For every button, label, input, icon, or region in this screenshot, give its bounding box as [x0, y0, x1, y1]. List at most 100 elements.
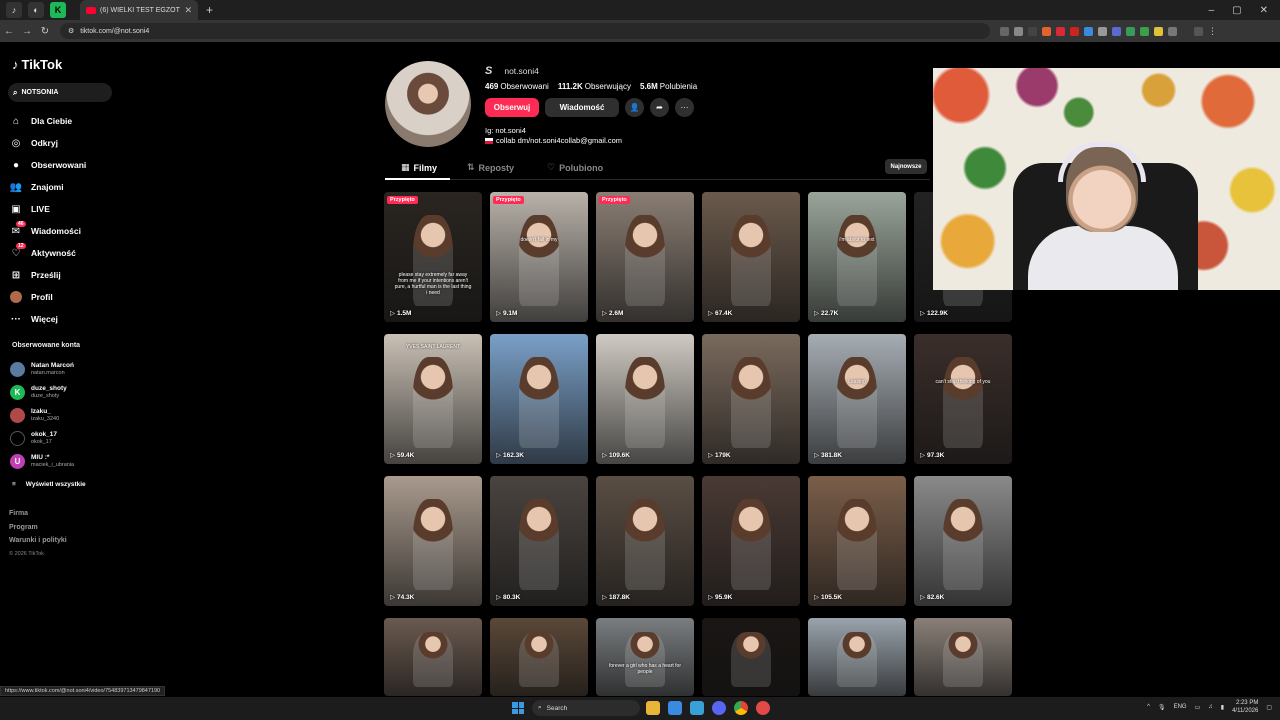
video-thumbnail[interactable]: Przypięto ▷ 2.6M: [596, 192, 694, 322]
network-icon[interactable]: ▭: [1195, 704, 1201, 711]
share-icon[interactable]: ➦: [650, 98, 669, 117]
video-thumbnail[interactable]: ▷ 95.9K: [702, 476, 800, 606]
message-button[interactable]: Wiadomość: [545, 98, 619, 117]
video-thumbnail[interactable]: ▷ 162.3K: [490, 334, 588, 464]
video-thumbnail[interactable]: i'm about to text ▷ 22.7K: [808, 192, 906, 322]
search-input[interactable]: ⌕ NOTSONIA: [8, 83, 112, 102]
video-thumbnail[interactable]: Leaving ▷ 381.8K: [808, 334, 906, 464]
new-tab-icon[interactable]: +: [206, 3, 213, 17]
clock[interactable]: 2:23 PM 4/11/2026: [1232, 699, 1258, 715]
stat-followers[interactable]: 111.2K Obserwujący: [558, 82, 631, 91]
followed-account[interactable]: U MIU :* maciek_i_ubrania: [10, 450, 86, 473]
sidebar-item-8[interactable]: Profil: [10, 286, 86, 308]
active-tab[interactable]: (6) WIELKI TEST EGZOTYCZNYC ✕: [80, 0, 198, 20]
footer-link-program[interactable]: Program: [9, 524, 67, 538]
language-indicator[interactable]: ENG: [1174, 704, 1187, 710]
extension-icon[interactable]: [1098, 26, 1107, 36]
followed-account[interactable]: Natan Marcoń natan.marcon: [10, 358, 86, 381]
forward-icon[interactable]: →: [18, 26, 36, 37]
video-thumbnail[interactable]: [914, 618, 1012, 696]
followed-account[interactable]: Izaku_ izaku_3240: [10, 404, 86, 427]
back-icon[interactable]: ←: [0, 26, 18, 37]
tab-videos[interactable]: ▦ Filmy: [401, 162, 437, 173]
extension-icon[interactable]: [1056, 26, 1065, 36]
close-window-icon[interactable]: ✕: [1260, 5, 1268, 16]
footer-link-company[interactable]: Firma: [9, 510, 67, 524]
site-info-icon[interactable]: ⚙: [68, 27, 74, 35]
extension-icon[interactable]: [1126, 26, 1135, 36]
tiktok-logo[interactable]: ♪ TikTok: [12, 57, 62, 72]
close-tab-icon[interactable]: ✕: [184, 5, 192, 16]
video-thumbnail[interactable]: YVES SAINT LAURENT ▷ 59.4K: [384, 334, 482, 464]
video-thumbnail[interactable]: [490, 618, 588, 696]
video-thumbnail[interactable]: ▷ 179K: [702, 334, 800, 464]
video-thumbnail[interactable]: [702, 618, 800, 696]
extension-icon[interactable]: [1042, 26, 1051, 36]
windows-start-icon[interactable]: [512, 702, 524, 714]
extension-icon[interactable]: [1112, 26, 1121, 36]
volume-icon[interactable]: ♫: [1208, 704, 1213, 710]
extension-icon[interactable]: [1154, 26, 1163, 36]
video-thumbnail[interactable]: forever a girl who has a heart for peopl…: [596, 618, 694, 696]
video-thumbnail[interactable]: [384, 618, 482, 696]
extensions-puzzle-icon[interactable]: [1168, 26, 1177, 36]
more-options-icon[interactable]: ···: [675, 98, 694, 117]
tray-chevron-icon[interactable]: ^: [1147, 704, 1150, 710]
bookmark-star-icon[interactable]: [1014, 26, 1023, 36]
video-thumbnail[interactable]: can't stop thinking of you ▷ 97.3K: [914, 334, 1012, 464]
show-all-following-button[interactable]: ≡ Wyświetl wszystkie: [12, 473, 86, 495]
stat-following[interactable]: 469 Obserwowani: [485, 82, 549, 91]
maximize-icon[interactable]: ▢: [1232, 5, 1241, 16]
follow-button[interactable]: Obserwuj: [485, 98, 539, 117]
url-input[interactable]: ⚙ tiktok.com/@not.soni4: [60, 23, 990, 39]
video-thumbnail[interactable]: please stay extremely far away from me i…: [384, 192, 482, 322]
photos-icon[interactable]: [668, 701, 682, 715]
add-friend-icon[interactable]: 👤: [625, 98, 644, 117]
reload-icon[interactable]: ↻: [36, 26, 54, 37]
extension-icon[interactable]: [1140, 26, 1149, 36]
followed-account[interactable]: okok_17 okok_17: [10, 427, 86, 450]
tab-reposts[interactable]: ⇅ Reposty: [467, 162, 514, 173]
profile-avatar[interactable]: [385, 61, 471, 147]
video-thumbnail[interactable]: ▷ 105.5K: [808, 476, 906, 606]
extension-icon[interactable]: [1028, 26, 1037, 36]
battery-icon[interactable]: ▮: [1221, 704, 1224, 711]
video-thumbnail[interactable]: ▷ 74.3K: [384, 476, 482, 606]
video-thumbnail[interactable]: ▷ 187.8K: [596, 476, 694, 606]
video-thumbnail[interactable]: ▷ 82.6K: [914, 476, 1012, 606]
sidebar-item-3[interactable]: 👥 Znajomi: [10, 176, 86, 198]
tab-tiktok-icon[interactable]: ♪: [6, 2, 22, 18]
minimize-icon[interactable]: –: [1209, 5, 1215, 16]
tab-kick-icon[interactable]: K: [50, 2, 66, 18]
video-thumbnail[interactable]: doesn't fall in my Przypięto ▷ 9.1M: [490, 192, 588, 322]
cast-icon[interactable]: [1000, 26, 1009, 36]
chrome-icon[interactable]: [734, 701, 748, 715]
sort-newest-button[interactable]: Najnowsze: [885, 159, 927, 174]
sidebar-item-0[interactable]: ⌂ Dla Ciebie: [10, 110, 86, 132]
browser-menu-icon[interactable]: ⋮: [1208, 26, 1217, 36]
video-thumbnail[interactable]: ▷ 80.3K: [490, 476, 588, 606]
sidebar-item-7[interactable]: ⊞ Prześlij: [10, 264, 86, 286]
extension-icon[interactable]: [1070, 26, 1079, 36]
sidebar-item-6[interactable]: ♡ 12 Aktywność: [10, 242, 86, 264]
footer-link-terms[interactable]: Warunki i polityki: [9, 537, 67, 551]
sidebar-item-4[interactable]: ▣ LIVE: [10, 198, 86, 220]
tab-extension-icon[interactable]: ◐: [28, 2, 44, 18]
tab-liked[interactable]: ♡ Polubiono: [547, 162, 603, 173]
video-thumbnail[interactable]: ▷ 67.4K: [702, 192, 800, 322]
taskbar-search[interactable]: ⌕ Search: [532, 700, 640, 716]
sidebar-item-2[interactable]: ● Obserwowani: [10, 154, 86, 176]
followed-account[interactable]: Kduze_shoty duze_shoty: [10, 381, 86, 404]
notifications-icon[interactable]: ▢: [1266, 704, 1272, 711]
profile-avatar-icon[interactable]: [1194, 26, 1203, 36]
sidebar-item-5[interactable]: ✉ 46 Wiadomości: [10, 220, 86, 242]
sidebar-item-9[interactable]: ··· Więcej: [10, 308, 86, 330]
video-thumbnail[interactable]: ▷ 109.6K: [596, 334, 694, 464]
app-icon[interactable]: [756, 701, 770, 715]
video-thumbnail[interactable]: [808, 618, 906, 696]
file-explorer-icon[interactable]: [646, 701, 660, 715]
store-icon[interactable]: [690, 701, 704, 715]
sidebar-item-1[interactable]: ◎ Odkryj: [10, 132, 86, 154]
microphone-icon[interactable]: 🎙: [1158, 704, 1166, 711]
discord-icon[interactable]: [712, 701, 726, 715]
